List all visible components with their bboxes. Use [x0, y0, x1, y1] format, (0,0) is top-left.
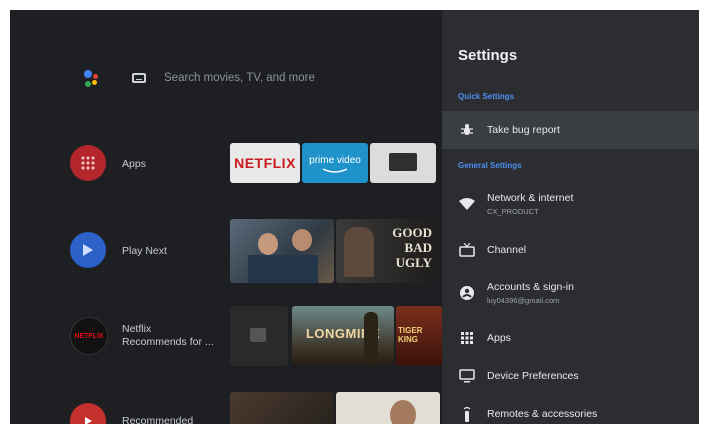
- longmire-title: LONGMIRE: [305, 326, 381, 341]
- netflix-placeholder-tile[interactable]: [230, 306, 288, 366]
- row-label-play-next: Play Next: [122, 245, 167, 257]
- settings-item-label: Accounts & sign-in: [487, 281, 574, 293]
- netflix-app-tile[interactable]: NETFLIX: [230, 143, 300, 183]
- settings-item-label: Take bug report: [487, 124, 560, 136]
- apps-grid-icon: [459, 330, 475, 346]
- poster-face: [390, 400, 416, 424]
- settings-item-label: Device Preferences: [487, 370, 579, 382]
- account-icon: [459, 285, 475, 301]
- netflix-row-icon[interactable]: NETFLIX: [70, 317, 108, 355]
- good-bad-ugly-tile[interactable]: GOOD BAD UGLY: [336, 219, 436, 283]
- monitor-icon: [459, 368, 475, 384]
- settings-item-network[interactable]: Network & internet CX_PRODUCT: [442, 185, 699, 223]
- movie-poster-face: [258, 233, 278, 255]
- play-icon: [83, 244, 93, 256]
- row-label-netflix: Netflix Recommends for ...: [122, 323, 214, 348]
- settings-item-accounts[interactable]: Accounts & sign-in luy04396@gmail.com: [442, 274, 699, 312]
- general-settings-header: General Settings: [458, 161, 522, 170]
- settings-item-remotes[interactable]: Remotes & accessories: [442, 395, 699, 424]
- apps-row-icon[interactable]: [70, 145, 106, 181]
- settings-item-apps[interactable]: Apps: [442, 319, 699, 357]
- tiger-king-tile[interactable]: TIGER KING: [396, 306, 442, 366]
- tv-icon: [459, 242, 475, 258]
- row-label-recommended: Recommended: [122, 415, 194, 424]
- settings-panel: Settings Quick Settings Take bug report …: [442, 10, 699, 424]
- network-name: CX_PRODUCT: [487, 207, 539, 216]
- settings-item-device-preferences[interactable]: Device Preferences: [442, 357, 699, 395]
- recommended-row-icon[interactable]: [70, 403, 106, 424]
- tiger-king-title: TIGER KING: [398, 326, 423, 344]
- grid-icon: [81, 156, 95, 170]
- search-placeholder[interactable]: Search movies, TV, and more: [164, 72, 315, 84]
- tv-icon: [389, 153, 417, 171]
- play-next-movie-tile[interactable]: [230, 219, 334, 283]
- settings-item-label: Remotes & accessories: [487, 408, 598, 420]
- live-tv-app-tile[interactable]: [370, 143, 436, 183]
- netflix-logo: NETFLIX: [234, 155, 296, 171]
- tv-screen: Search movies, TV, and more Apps NETFLIX…: [10, 10, 699, 424]
- settings-item-label: Channel: [487, 244, 527, 256]
- prime-video-app-tile[interactable]: prime video: [302, 143, 368, 183]
- account-email: luy04396@gmail.com: [487, 296, 560, 305]
- recommended-tile-1[interactable]: [230, 392, 334, 424]
- search-bar[interactable]: Search movies, TV, and more: [80, 65, 315, 91]
- settings-title: Settings: [458, 47, 518, 64]
- settings-item-label: Apps: [487, 332, 511, 344]
- placeholder-icon: [250, 328, 266, 342]
- prime-video-logo: prime video: [309, 155, 361, 166]
- quick-settings-header: Quick Settings: [458, 92, 515, 101]
- keyboard-icon[interactable]: [132, 73, 146, 83]
- settings-item-channel[interactable]: Channel: [442, 231, 699, 269]
- remote-icon: [459, 406, 475, 422]
- movie-poster-figures: [248, 255, 318, 283]
- row-label-apps: Apps: [122, 158, 146, 170]
- play-next-row-icon[interactable]: [70, 232, 106, 268]
- wifi-icon: [459, 196, 475, 212]
- youtube-play-icon: [85, 417, 92, 424]
- recommended-tile-2[interactable]: [336, 392, 440, 424]
- smile-arrow-icon: [322, 168, 348, 173]
- settings-item-bug-report[interactable]: Take bug report: [442, 111, 699, 149]
- poster-figure: [364, 312, 378, 362]
- bug-icon: [459, 122, 475, 138]
- good-bad-ugly-title: GOOD BAD UGLY: [392, 225, 432, 270]
- google-assistant-icon[interactable]: [80, 66, 104, 90]
- settings-item-label: Network & internet: [487, 192, 574, 204]
- netflix-logo: NETFLIX: [74, 332, 104, 340]
- movie-poster-face: [292, 229, 312, 251]
- poster-figure: [344, 227, 374, 277]
- longmire-tile[interactable]: LONGMIRE: [292, 306, 394, 366]
